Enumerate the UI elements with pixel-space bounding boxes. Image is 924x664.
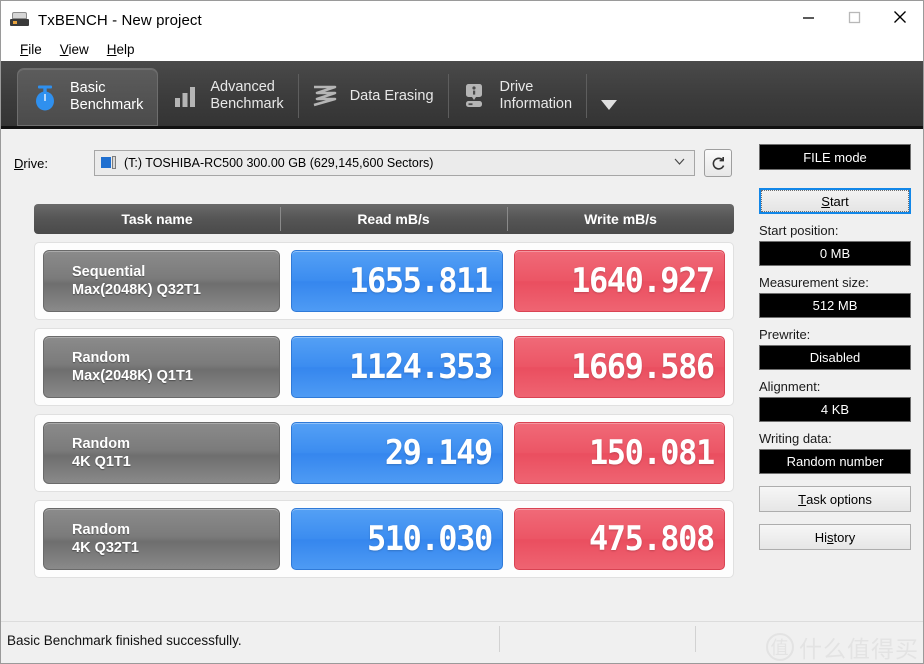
prewrite-value[interactable]: Disabled (759, 345, 911, 370)
tab-basic-benchmark-label: BasicBenchmark (70, 80, 143, 114)
read-value: 1124.353 (349, 347, 492, 387)
write-value-cell: 150.081 (514, 422, 725, 484)
hdd-icon (101, 156, 117, 170)
read-value-cell: 1655.811 (291, 250, 502, 312)
task-name-line2: 4K Q32T1 (72, 539, 279, 557)
task-name-cell[interactable]: Random Max(2048K) Q1T1 (43, 336, 280, 398)
refresh-button[interactable] (704, 149, 732, 177)
measurement-size-value[interactable]: 512 MB (759, 293, 911, 318)
tab-data-erasing-label: Data Erasing (350, 88, 434, 105)
prewrite-label: Prewrite: (759, 327, 919, 342)
drive-info-icon (460, 80, 490, 112)
results-header-row: Task name Read mB/s Write mB/s (34, 204, 734, 234)
write-value-cell: 1669.586 (514, 336, 725, 398)
watermark-text: 什么值得买 (799, 630, 919, 664)
watermark: 值 什么值得买 (766, 630, 919, 664)
menu-bar: FFileile View Help (1, 37, 923, 61)
drive-icon (10, 11, 30, 29)
column-header-write: Write mB/s (507, 204, 734, 234)
task-name-line2: Max(2048K) Q32T1 (72, 281, 279, 299)
chevron-down-icon (601, 100, 617, 110)
write-value: 1669.586 (571, 347, 714, 387)
task-name-line1: Random (72, 435, 279, 453)
start-position-value[interactable]: 0 MB (759, 241, 911, 266)
status-bar: Basic Benchmark finished successfully. 值… (1, 621, 923, 663)
menu-view[interactable]: View (51, 40, 98, 59)
task-name-line1: Random (72, 521, 279, 539)
task-options-button[interactable]: Task options (759, 486, 911, 512)
benchmark-results: Task name Read mB/s Write mB/s Sequentia… (34, 204, 734, 604)
column-header-read: Read mB/s (280, 204, 507, 234)
read-value-cell: 29.149 (291, 422, 502, 484)
status-divider (499, 626, 500, 652)
writing-data-label: Writing data: (759, 431, 919, 446)
task-name-cell[interactable]: Random 4K Q1T1 (43, 422, 280, 484)
write-value: 1640.927 (571, 261, 714, 301)
tab-data-erasing[interactable]: Data Erasing (298, 68, 448, 124)
start-position-label: Start position: (759, 223, 919, 238)
settings-panel: FILE mode Start Start position: 0 MB Mea… (759, 144, 919, 614)
stopwatch-icon (30, 81, 60, 113)
window-controls (785, 1, 923, 33)
start-button[interactable]: Start (759, 188, 911, 214)
alignment-value[interactable]: 4 KB (759, 397, 911, 422)
menu-help[interactable]: Help (98, 40, 144, 59)
read-value-cell: 510.030 (291, 508, 502, 570)
maximize-button[interactable] (831, 1, 877, 33)
txbench-window: TxBENCH - New project FFileile View Help (0, 0, 924, 664)
write-value: 475.808 (589, 519, 714, 559)
writing-data-value[interactable]: Random number (759, 449, 911, 474)
alignment-label: Alignment: (759, 379, 919, 394)
file-mode-display[interactable]: FILE mode (759, 144, 911, 170)
read-value: 29.149 (385, 433, 492, 473)
refresh-icon (710, 155, 727, 172)
tab-advanced-benchmark-label: AdvancedBenchmark (210, 79, 283, 113)
menu-file[interactable]: FFileile (11, 40, 51, 59)
tab-basic-benchmark[interactable]: BasicBenchmark (17, 68, 158, 126)
task-name-line1: Sequential (72, 263, 279, 281)
task-name-cell[interactable]: Sequential Max(2048K) Q32T1 (43, 250, 280, 312)
shred-icon (310, 80, 340, 112)
tab-strip: BasicBenchmark AdvancedBenchmark Data Er… (1, 61, 923, 129)
table-row: Random 4K Q1T1 29.149 150.081 (34, 414, 734, 492)
table-row: Random 4K Q32T1 510.030 475.808 (34, 500, 734, 578)
status-message: Basic Benchmark finished successfully. (7, 633, 242, 648)
status-divider (695, 626, 696, 652)
chevron-down-icon (674, 158, 685, 165)
task-name-line2: 4K Q1T1 (72, 453, 279, 471)
tab-drive-information[interactable]: DriveInformation (448, 68, 587, 124)
drive-combobox[interactable]: (T:) TOSHIBA-RC500 300.00 GB (629,145,60… (94, 150, 695, 176)
minimize-button[interactable] (785, 1, 831, 33)
history-button[interactable]: History (759, 524, 911, 550)
task-name-line1: Random (72, 349, 279, 367)
column-header-task-name: Task name (34, 204, 280, 234)
write-value: 150.081 (589, 433, 714, 473)
task-name-cell[interactable]: Random 4K Q32T1 (43, 508, 280, 570)
close-button[interactable] (877, 1, 923, 33)
tab-drive-information-label: DriveInformation (500, 79, 573, 113)
bar-chart-icon (170, 80, 200, 112)
task-name-line2: Max(2048K) Q1T1 (72, 367, 279, 385)
table-row: Random Max(2048K) Q1T1 1124.353 1669.586 (34, 328, 734, 406)
read-value: 1655.811 (349, 261, 492, 301)
title-bar: TxBENCH - New project (1, 1, 923, 39)
read-value: 510.030 (367, 519, 492, 559)
tab-advanced-benchmark[interactable]: AdvancedBenchmark (158, 68, 297, 124)
watermark-mark: 值 (766, 633, 794, 661)
table-row: Sequential Max(2048K) Q32T1 1655.811 164… (34, 242, 734, 320)
drive-label: Drive: (14, 156, 94, 171)
read-value-cell: 1124.353 (291, 336, 502, 398)
tab-overflow-button[interactable] (592, 72, 626, 116)
drive-selected-value: (T:) TOSHIBA-RC500 300.00 GB (629,145,60… (124, 156, 433, 170)
window-title: TxBENCH - New project (38, 12, 202, 29)
write-value-cell: 475.808 (514, 508, 725, 570)
start-button-label: Start (761, 190, 909, 212)
measurement-size-label: Measurement size: (759, 275, 919, 290)
write-value-cell: 1640.927 (514, 250, 725, 312)
